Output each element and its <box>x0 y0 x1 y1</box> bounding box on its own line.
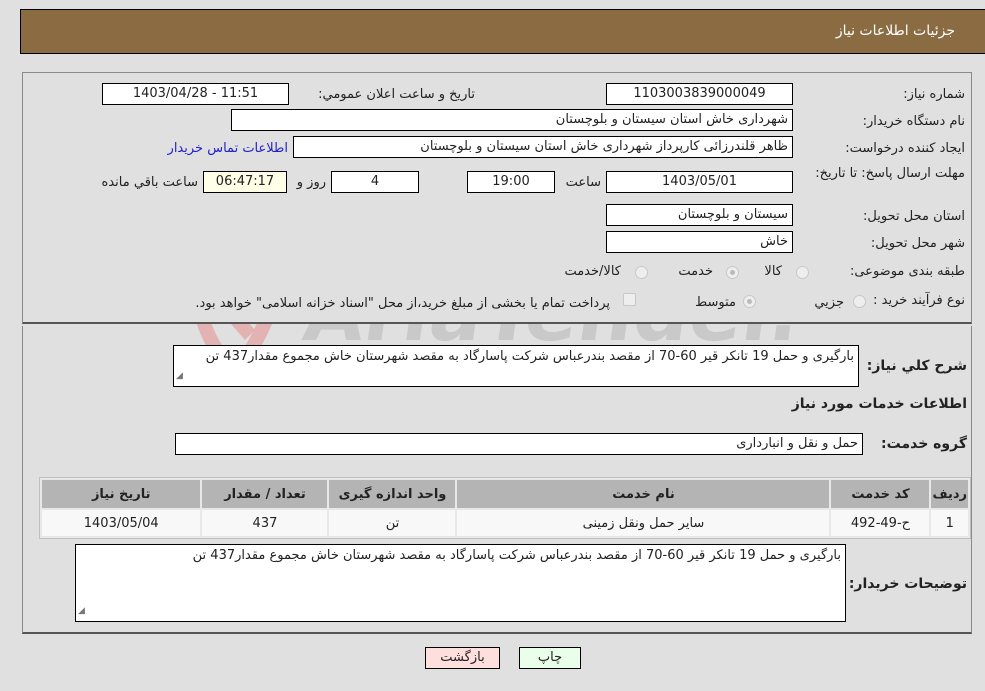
col-header-need-date: تاريخ نياز <box>42 480 201 508</box>
print-button[interactable]: چاپ <box>519 647 581 669</box>
category-option-goods: کالا <box>764 264 782 279</box>
purchase-type-option-medium: متوسط <box>695 295 736 310</box>
general-description-text: بارگیری و حمل 19 تانکر قیر 60-70 از مقصد… <box>205 349 854 364</box>
table-header-row: رديف کد خدمت نام خدمت واحد اندازه گيری ت… <box>42 480 968 508</box>
delivery-province-field: سیستان و بلوچستان <box>606 204 793 226</box>
service-group-field: حمل و نقل و انبارداری <box>175 433 863 455</box>
general-description-label: شرح کلي نياز: <box>866 358 967 374</box>
cell-quantity: 437 <box>202 510 328 536</box>
resize-grip-icon[interactable]: ◢ <box>78 603 85 620</box>
service-group-label: گروه خدمت: <box>881 436 967 452</box>
delivery-province-label: استان محل تحويل: <box>863 209 965 224</box>
back-button[interactable]: بازگشت <box>425 647 500 669</box>
need-number-label: شماره نیاز: <box>903 87 965 102</box>
category-option-service: خدمت <box>678 264 713 279</box>
delivery-city-field: خاش <box>606 231 793 253</box>
category-radio-service[interactable] <box>726 266 739 279</box>
category-option-goods-service: کالا/خدمت <box>564 264 621 279</box>
remaining-days-field: 4 <box>331 171 419 193</box>
announce-datetime-label: تاريخ و ساعت اعلان عمومي: <box>318 87 475 102</box>
deadline-label: مهلت ارسال پاسخ: تا تاريخ: <box>815 166 965 181</box>
remaining-time-field: 06:47:17 <box>203 171 287 193</box>
treasury-bonds-checkbox[interactable] <box>623 293 636 306</box>
purchase-type-radio-minor[interactable] <box>853 295 866 308</box>
col-header-service-name: نام خدمت <box>457 480 830 508</box>
deadline-time-field: 19:00 <box>467 171 555 193</box>
purchase-type-label: نوع فرآيند خريد : <box>873 293 965 308</box>
days-label: روز و <box>296 175 326 190</box>
requester-field: ظاهر قلندرزائی کارپرداز شهرداری خاش استا… <box>293 136 793 158</box>
treasury-bonds-label: پرداخت تمام يا بخشی از مبلغ خريد،از محل … <box>195 296 610 311</box>
category-label: طبقه بندی موضوعی: <box>849 264 965 279</box>
buyer-contact-link[interactable]: اطلاعات تماس خريدار <box>168 141 288 156</box>
services-table: رديف کد خدمت نام خدمت واحد اندازه گيری ت… <box>39 477 971 539</box>
remaining-time-label: ساعت باقي مانده <box>101 175 198 190</box>
purchase-type-radio-medium[interactable] <box>743 295 756 308</box>
buyer-notes-label: توضيحات خريدار: <box>848 576 967 592</box>
cell-service-name: سایر حمل ونقل زمینی <box>457 510 830 536</box>
cell-service-code: ح-49-492 <box>831 510 930 536</box>
page-title: جزئيات اطلاعات نياز <box>835 23 955 39</box>
requester-label: ايجاد کننده درخواست: <box>845 141 965 156</box>
buyer-org-field: شهرداری خاش استان سیستان و بلوچستان <box>231 109 793 131</box>
deadline-time-label: ساعت <box>565 175 601 190</box>
deadline-date-field: 1403/05/01 <box>606 171 793 193</box>
category-radio-goods[interactable] <box>796 266 809 279</box>
need-number-field: 1103003839000049 <box>606 83 793 105</box>
buyer-notes-text: بارگیری و حمل 19 تانکر قیر 60-70 از مقصد… <box>192 548 841 563</box>
col-header-service-code: کد خدمت <box>831 480 930 508</box>
category-radio-goods-service[interactable] <box>635 266 648 279</box>
announce-datetime-field: 1403/04/28 - 11:51 <box>102 83 289 105</box>
cell-need-date: 1403/05/04 <box>42 510 201 536</box>
page-header: جزئيات اطلاعات نياز <box>20 9 985 54</box>
cell-unit: تن <box>329 510 456 536</box>
delivery-city-label: شهر محل تحويل: <box>870 236 965 251</box>
resize-grip-icon[interactable]: ◢ <box>176 368 183 385</box>
buyer-org-label: نام دستگاه خريدار: <box>862 114 965 129</box>
col-header-unit: واحد اندازه گيری <box>329 480 456 508</box>
col-header-quantity: تعداد / مقدار <box>202 480 328 508</box>
services-section-title: اطلاعات خدمات مورد نياز <box>791 396 967 412</box>
purchase-type-option-minor: جزيي <box>814 295 844 310</box>
table-row: 1 ح-49-492 سایر حمل ونقل زمینی تن 437 14… <box>42 510 968 536</box>
buyer-notes-field[interactable]: بارگیری و حمل 19 تانکر قیر 60-70 از مقصد… <box>75 544 846 622</box>
col-header-row-number: رديف <box>931 480 968 508</box>
cell-row-number: 1 <box>931 510 968 536</box>
general-description-field[interactable]: بارگیری و حمل 19 تانکر قیر 60-70 از مقصد… <box>173 345 859 387</box>
